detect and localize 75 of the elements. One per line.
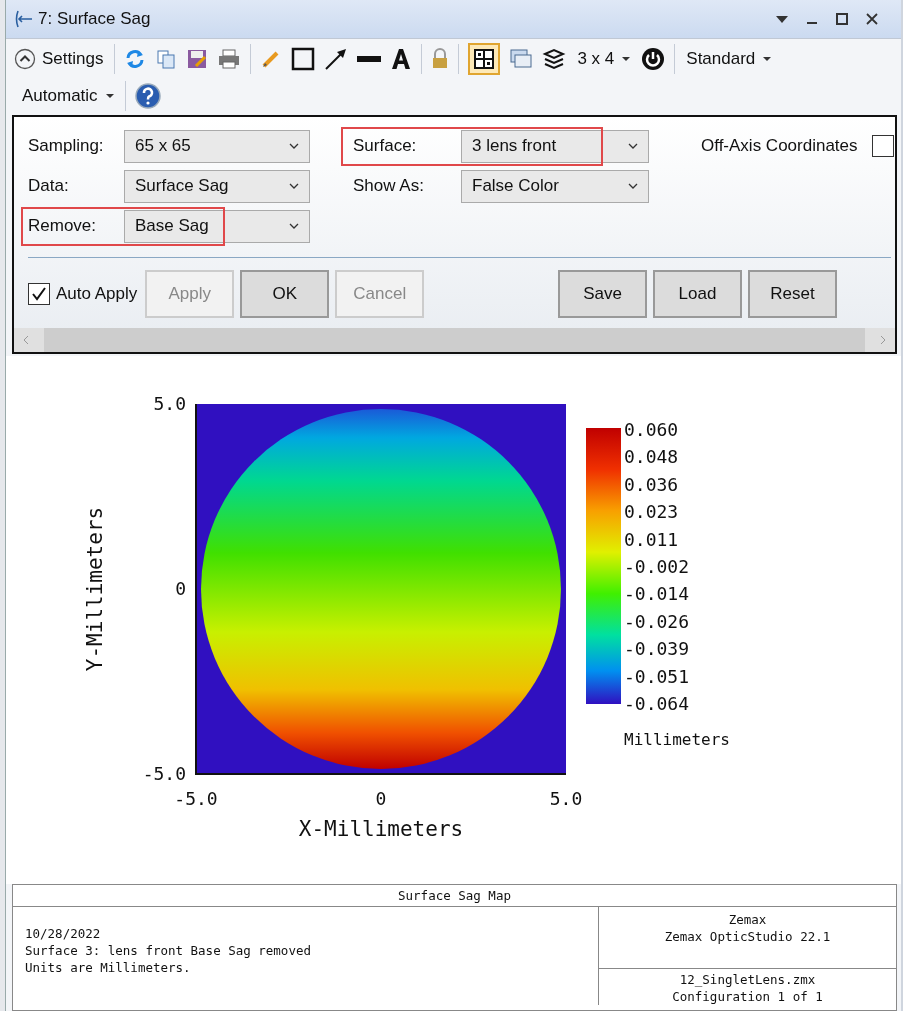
dropdown-field[interactable]: 3 lens front <box>461 129 649 163</box>
field-label: Surface: <box>353 136 418 156</box>
x-tick-label: -5.0 <box>174 788 218 809</box>
chevron-up-icon <box>14 48 36 70</box>
color-scale-label: -0.051 <box>624 665 690 687</box>
field-label: Sampling: <box>28 136 105 156</box>
chevron-down-icon <box>289 223 299 229</box>
caret-icon <box>622 56 631 62</box>
info-text: 12_SingletLens.zmx <box>678 971 817 988</box>
file-button[interactable]: Save <box>558 270 647 318</box>
color-scale-label: 0.011 <box>624 528 679 550</box>
color-scale-label: 0.060 <box>624 419 679 440</box>
y-tick-label: 0 <box>175 578 186 599</box>
info-text: Zemax <box>727 911 768 928</box>
power-icon[interactable] <box>641 47 666 71</box>
chevron-down-icon <box>289 183 299 189</box>
table-title: Surface Sag Map <box>13 885 896 907</box>
dropdown-field[interactable]: Base Sag <box>124 209 310 243</box>
grid-button[interactable] <box>468 43 501 75</box>
x-tick-label: 0 <box>375 788 387 809</box>
copy-icon[interactable] <box>155 48 178 70</box>
print-icon[interactable] <box>217 48 242 70</box>
info-text: 10/28/2022 <box>25 925 102 942</box>
settings-button[interactable]: Settings <box>12 46 106 72</box>
y-tick-label: 5.0 <box>153 393 186 414</box>
color-scale-label: -0.039 <box>624 638 690 660</box>
layout-dropdown[interactable]: 3 x 4 <box>575 47 633 71</box>
chevron-down-icon <box>628 143 638 149</box>
x-axis-label: X-Millimeters <box>298 817 464 841</box>
caret-icon <box>763 56 772 62</box>
window-title: 7: Surface Sag <box>38 9 151 29</box>
maximize-icon[interactable] <box>835 12 849 26</box>
checkbox[interactable] <box>871 135 894 157</box>
info-text: Configuration 1 of 1 <box>671 988 824 1005</box>
action-button[interactable]: OK <box>240 270 330 318</box>
field-label: Show As: <box>353 176 425 196</box>
caret-icon <box>105 93 114 99</box>
text-icon[interactable] <box>390 48 413 70</box>
help-icon[interactable] <box>134 83 161 109</box>
info-text: Units are Millimeters. <box>25 959 192 976</box>
rectangle-icon[interactable] <box>291 47 316 71</box>
info-text: Zemax OpticStudio 22.1 <box>663 928 832 945</box>
color-scale-label: 0.048 <box>624 446 679 468</box>
field-label: Data: <box>28 176 70 196</box>
dropdown-icon[interactable] <box>775 14 789 24</box>
units-label: Millimeters <box>624 730 730 749</box>
lock-icon[interactable] <box>431 48 450 70</box>
color-scale-label: -0.064 <box>624 693 690 714</box>
checkbox-label: Off-Axis Coordinates <box>701 136 858 156</box>
color-scale-label: 0.023 <box>624 501 679 523</box>
info-text: Surface 3: lens front Base Sag removed <box>25 942 312 959</box>
dropdown-field[interactable]: Surface Sag <box>124 169 310 203</box>
checkbox[interactable] <box>28 283 50 305</box>
close-icon[interactable] <box>865 12 879 26</box>
zoom-dropdown[interactable]: Automatic <box>20 84 116 108</box>
chevron-down-icon <box>289 143 299 149</box>
dropdown-field[interactable]: False Color <box>461 169 649 203</box>
style-dropdown[interactable]: Standard <box>684 47 774 71</box>
window-icon <box>14 9 34 29</box>
x-tick-label: 5.0 <box>549 788 583 809</box>
file-button[interactable]: Load <box>653 270 742 318</box>
save-icon[interactable] <box>186 48 209 70</box>
color-scale-label: 0.036 <box>624 473 679 495</box>
checkbox-label: Auto Apply <box>56 284 138 304</box>
chevron-down-icon <box>628 183 638 189</box>
y-tick-label: -5.0 <box>142 763 186 784</box>
layers-icon[interactable] <box>542 48 567 70</box>
dropdown-field[interactable]: 65 x 65 <box>124 129 310 163</box>
file-button[interactable]: Reset <box>748 270 837 318</box>
arrow-icon[interactable] <box>324 47 349 71</box>
y-axis-label: Y-Millimeters <box>83 506 107 672</box>
field-label: Remove: <box>28 216 98 236</box>
color-scale-label: -0.026 <box>624 610 690 632</box>
color-scale-label: -0.002 <box>624 556 690 577</box>
color-scale-label: -0.014 <box>624 583 690 605</box>
